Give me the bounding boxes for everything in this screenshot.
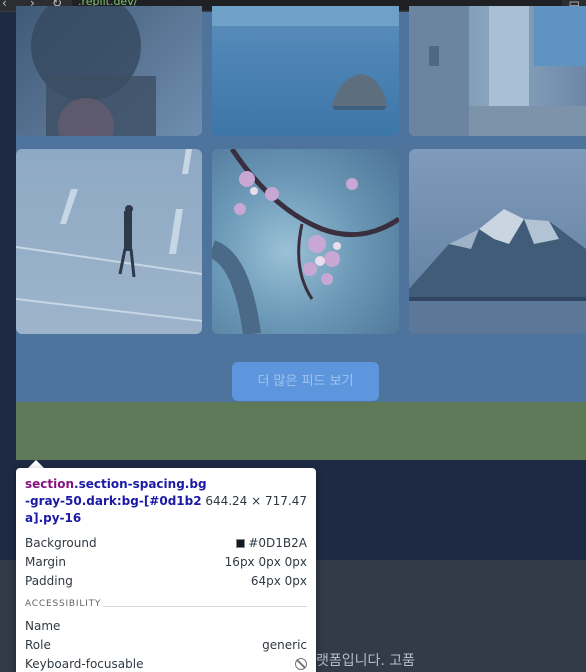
feed-image-snowy-mountain[interactable] [409,149,586,334]
selector-tag: section [25,477,75,491]
tooltip-row-padding: Padding 64px 0px [25,572,307,591]
row-key: Role [25,638,51,652]
feed-image-man-walking[interactable] [16,149,202,334]
margin-highlight-overlay [16,402,586,460]
screenshot-stage: ‹ › ↻ .replit.dev/ ▭ 더 많은 피드 보기 랫폼입니다. 고… [0,0,586,672]
feed-section: 더 많은 피드 보기 [16,6,586,402]
feed-image-sea-rock[interactable] [212,6,399,136]
tooltip-row-name: Name [25,617,307,636]
row-value: 64px 0px [250,574,307,588]
tooltip-arrow [28,460,44,468]
back-icon[interactable]: ‹ [2,0,7,10]
tooltip-row-keyboard-focusable: Keyboard-focusable [25,655,307,672]
row-key: Keyboard-focusable [25,657,144,671]
page-gutter [0,12,16,560]
row-key: Background [25,536,97,550]
load-more-feed-button[interactable]: 더 많은 피드 보기 [232,362,379,401]
feed-image-cherry-blossom[interactable] [212,149,399,334]
row-key: Name [25,619,61,633]
devtools-inspect-tooltip: section.section-spacing.bg-gray-50.dark:… [16,468,316,672]
tooltip-row-role: Role generic [25,636,307,655]
row-key: Padding [25,574,73,588]
tooltip-row-margin: Margin 16px 0px 0px [25,553,307,572]
tooltip-row-background: Background #0D1B2A [25,534,307,553]
row-value: generic [262,638,307,652]
feed-image-person[interactable] [16,6,202,136]
feed-image-seaside-alley[interactable] [409,6,586,136]
not-focusable-icon [295,658,307,670]
element-size: 644.24 × 717.47 [205,494,307,508]
row-key: Margin [25,555,66,569]
divider [103,606,307,607]
footer-description-text: 랫폼입니다. 고품 [316,653,416,669]
row-value: 16px 0px 0px [224,555,307,569]
element-selector: section.section-spacing.bg-gray-50.dark:… [25,476,209,527]
accessibility-heading: ACCESSIBILITY [25,599,102,609]
accessibility-section-header: ACCESSIBILITY [25,595,307,617]
color-swatch-icon [236,539,246,548]
row-value: #0D1B2A [248,536,307,550]
